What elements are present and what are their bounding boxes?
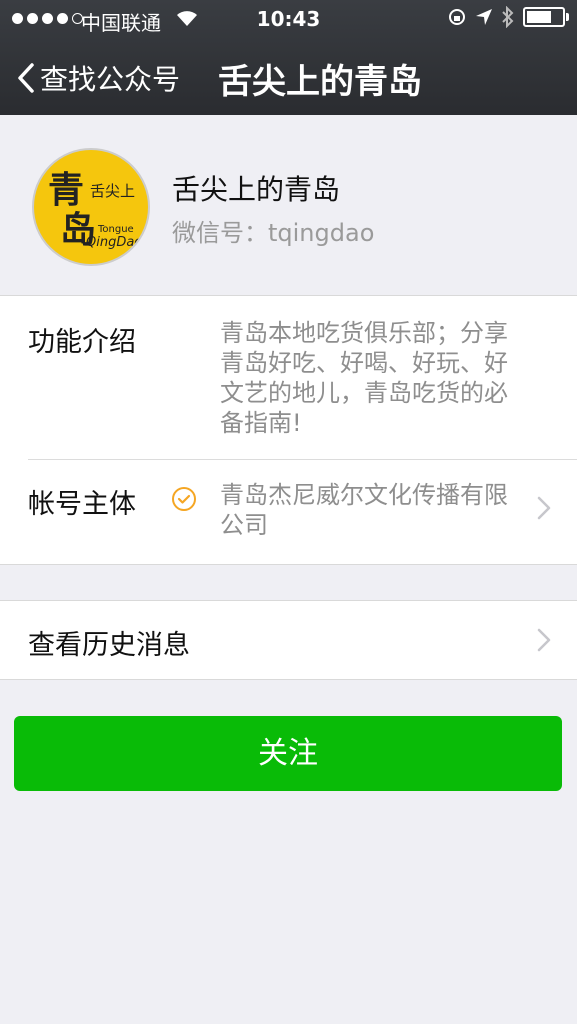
- account-profile-header: 青 岛 舌尖上 Tongue QingDao 舌尖上的青岛 微信号：tqingd…: [0, 115, 577, 295]
- intro-line: 青岛好吃、好喝、好玩、好: [220, 349, 508, 377]
- chevron-right-icon: [537, 496, 551, 520]
- chevron-right-icon: [537, 628, 551, 652]
- location-arrow-icon: [476, 9, 492, 25]
- status-icons: [447, 6, 569, 28]
- intro-label: 功能介绍: [28, 327, 136, 358]
- rotation-lock-icon: [449, 9, 465, 25]
- avatar-logo-small-text: 舌尖上: [90, 182, 135, 200]
- account-name: 舌尖上的青岛: [172, 173, 341, 206]
- avatar-logo-english-1: Tongue: [97, 224, 134, 235]
- bluetooth-icon: [502, 6, 514, 28]
- back-label: 查找公众号: [40, 63, 181, 96]
- follow-button[interactable]: 关注: [14, 716, 562, 791]
- owner-line: 青岛杰尼威尔文化传播有限: [220, 481, 508, 509]
- page-title: 舌尖上的青岛: [218, 62, 422, 102]
- owner-line: 公司: [220, 511, 268, 539]
- avatar-logo-char-1: 青: [48, 169, 84, 211]
- intro-line: 青岛本地吃货俱乐部；分享: [220, 319, 508, 347]
- verified-check-icon: [172, 487, 196, 511]
- intro-line: 备指南!: [220, 409, 302, 437]
- account-info-card: 功能介绍 青岛本地吃货俱乐部；分享 青岛好吃、好喝、好玩、好 文艺的地儿，青岛吃…: [0, 295, 577, 565]
- battery-icon: [523, 7, 569, 27]
- intro-line: 文艺的地儿，青岛吃货的必: [220, 379, 508, 407]
- owner-text: 青岛杰尼威尔文化传播有限 公司: [220, 480, 530, 540]
- top-bar: 中国联通 10:43 查找公众号 舌尖上的青岛: [0, 0, 577, 115]
- history-row[interactable]: 查看历史消息: [0, 600, 577, 680]
- intro-text: 青岛本地吃货俱乐部；分享 青岛好吃、好喝、好玩、好 文艺的地儿，青岛吃货的必 备…: [220, 318, 530, 438]
- back-button[interactable]: 查找公众号: [16, 58, 180, 98]
- history-label: 查看历史消息: [28, 630, 190, 661]
- status-bar: 中国联通 10:43: [0, 0, 577, 40]
- wechat-id: 微信号：tqingdao: [172, 219, 375, 247]
- owner-row[interactable]: 帐号主体 青岛杰尼威尔文化传播有限 公司: [0, 460, 577, 564]
- navigation-bar: 查找公众号 舌尖上的青岛: [0, 40, 577, 115]
- chevron-left-icon: [18, 63, 34, 93]
- avatar: 青 岛 舌尖上 Tongue QingDao: [32, 148, 150, 266]
- avatar-logo-english-2: QingDao: [86, 235, 142, 250]
- owner-label: 帐号主体: [28, 489, 136, 520]
